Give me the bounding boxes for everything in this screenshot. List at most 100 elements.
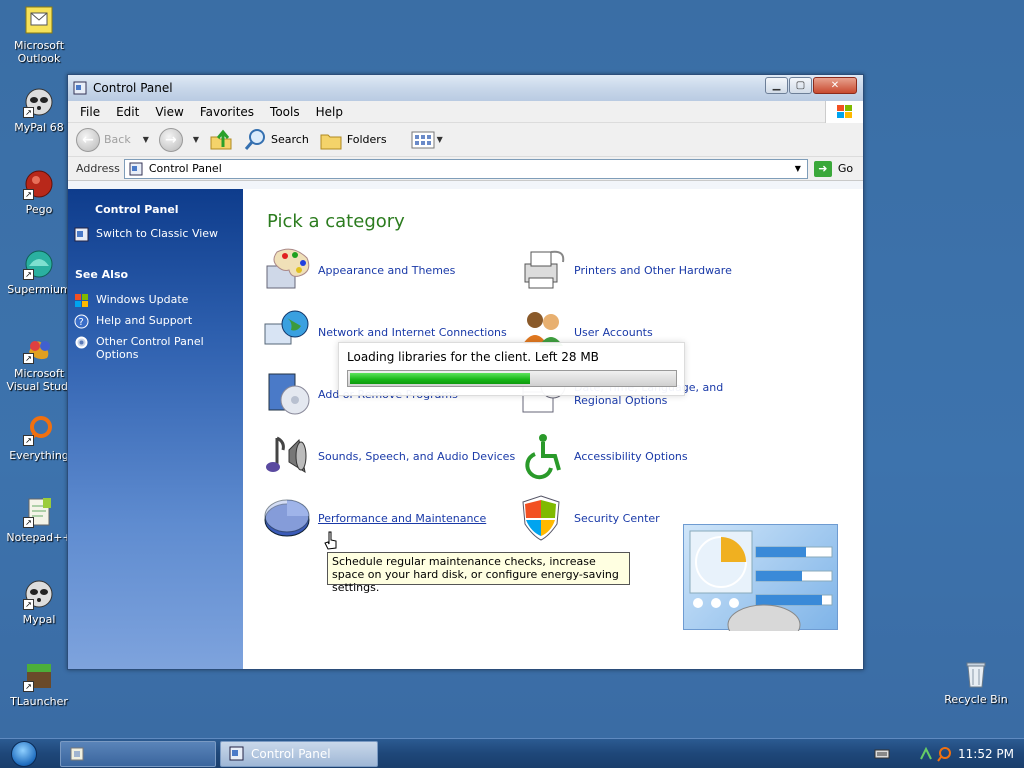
desktop-icon-outlook[interactable]: Microsoft Outlook <box>1 4 77 65</box>
menu-favorites[interactable]: Favorites <box>192 105 262 119</box>
desktop-icon-mypal68[interactable]: ↗ MyPal 68 <box>1 86 77 134</box>
windows-orb-icon <box>11 740 37 767</box>
outlook-icon <box>23 4 55 36</box>
loading-progress-bar <box>347 370 677 387</box>
up-folder-button[interactable] <box>209 129 233 151</box>
gear-icon <box>75 336 88 349</box>
menu-view[interactable]: View <box>147 105 191 119</box>
appearance-icon <box>266 248 310 289</box>
loading-progress-fill <box>350 373 530 384</box>
printer-icon <box>524 250 565 289</box>
address-bar: Address Control Panel ▼ ➜ Go <box>68 157 863 181</box>
see-also-windows-update[interactable]: Windows Update <box>68 293 243 308</box>
menu-tools[interactable]: Tools <box>262 105 308 119</box>
switch-classic-view-label: Switch to Classic View <box>96 227 219 240</box>
svg-text:?: ? <box>79 317 84 328</box>
switch-classic-view-link[interactable]: Switch to Classic View <box>68 227 243 242</box>
performance-icon <box>264 499 310 537</box>
desktop-icon-supermium[interactable]: ↗ Supermium <box>1 248 77 296</box>
category-performance[interactable]: Performance and Maintenance <box>263 494 486 542</box>
category-label: User Accounts <box>574 325 653 339</box>
menu-bar: File Edit View Favorites Tools Help <box>68 101 863 123</box>
taskbar-item-label: Control Panel <box>251 746 331 761</box>
shortcut-arrow-icon: ↗ <box>23 269 34 280</box>
views-button[interactable]: ▼ <box>411 131 443 149</box>
desktop-icon-label: Supermium <box>7 283 71 296</box>
go-label: Go <box>837 162 854 175</box>
keyboard-icon[interactable] <box>874 748 890 760</box>
taskbar-item-explorer[interactable] <box>60 740 216 767</box>
close-button[interactable]: ✕ <box>813 77 857 94</box>
desktop-icon-label: Mypal <box>22 613 56 626</box>
supermium-icon: ↗ <box>23 248 55 280</box>
go-button[interactable]: ➜ Go <box>813 160 854 177</box>
chevron-down-icon[interactable]: ▼ <box>143 135 149 144</box>
tlauncher-icon: ↗ <box>23 660 55 692</box>
desktop-icon-everything[interactable]: ↗ Everything <box>1 414 77 462</box>
search-button[interactable]: Search <box>243 128 309 152</box>
desktop-icon-recycle-bin[interactable]: Recycle Bin <box>938 658 1014 706</box>
category-label: Network and Internet Connections <box>318 325 507 339</box>
see-also-help-support[interactable]: ? Help and Support <box>68 314 243 329</box>
title-bar[interactable]: Control Panel ▁ ▢ ✕ <box>68 75 863 101</box>
desktop-icon-tlauncher[interactable]: ↗ TLauncher <box>1 660 77 708</box>
see-also-other-options[interactable]: Other Control Panel Options <box>68 335 243 361</box>
category-appearance[interactable]: Appearance and Themes <box>263 246 455 294</box>
maximize-button[interactable]: ▢ <box>789 77 812 94</box>
taskbar-item-control-panel[interactable]: Control Panel <box>220 740 378 767</box>
up-folder-icon <box>210 129 232 149</box>
category-sound[interactable]: Sounds, Speech, and Audio Devices <box>263 432 515 480</box>
desktop-icon-mypal[interactable]: ↗ Mypal <box>1 578 77 626</box>
see-also-label: Windows Update <box>96 293 189 306</box>
shortcut-arrow-icon: ↗ <box>23 681 34 692</box>
desktop-icon-label: Microsoft Outlook <box>13 39 65 65</box>
loading-text: Loading libraries for the client. Left 2… <box>347 350 599 364</box>
menu-file[interactable]: File <box>72 105 108 119</box>
category-label: Appearance and Themes <box>318 263 456 277</box>
category-printers[interactable]: Printers and Other Hardware <box>519 246 732 294</box>
desktop-icon-label: Microsoft Visual Stud. <box>6 367 72 393</box>
folders-button[interactable]: Folders <box>319 129 387 151</box>
back-arrow-icon: ← <box>76 127 100 152</box>
forward-button[interactable]: → ▼ <box>158 127 199 152</box>
category-accessibility[interactable]: Accessibility Options <box>519 432 688 480</box>
control-panel-icon <box>74 227 89 242</box>
task-pane: Control Panel Switch to Classic View See… <box>68 189 243 669</box>
pego-icon: ↗ <box>23 168 55 200</box>
category-label: Performance and Maintenance <box>318 511 487 525</box>
address-value: Control Panel <box>148 162 222 175</box>
desktop-icon-notepadpp[interactable]: ↗ Notepad++ <box>1 496 77 544</box>
address-label: Address <box>76 162 120 175</box>
search-tray-icon[interactable] <box>936 746 952 762</box>
category-security-center[interactable]: Security Center <box>519 494 660 542</box>
folders-label: Folders <box>346 133 387 146</box>
taskbar: Control Panel 11:52 PM <box>0 738 1024 768</box>
chevron-down-icon[interactable]: ▼ <box>193 135 199 144</box>
chevron-down-icon: ▼ <box>436 135 443 144</box>
desktop-icon-visual-studio[interactable]: ↗ Microsoft Visual Stud. <box>1 332 77 393</box>
add-remove-icon <box>268 373 310 415</box>
address-input[interactable]: Control Panel ▼ <box>123 158 808 179</box>
see-also-title: See Also <box>75 268 129 281</box>
shortcut-arrow-icon: ↗ <box>23 517 34 528</box>
chevron-down-icon[interactable]: ▼ <box>791 161 805 177</box>
control-panel-icon <box>229 746 244 760</box>
desktop-icon-pego[interactable]: ↗ Pego <box>1 168 77 216</box>
category-label: Security Center <box>574 511 660 525</box>
back-button[interactable]: ← Back ▼ <box>76 127 149 152</box>
category-label: Printers and Other Hardware <box>574 263 732 277</box>
shortcut-arrow-icon: ↗ <box>23 435 34 446</box>
network-tray-icon[interactable] <box>918 746 934 762</box>
menu-help[interactable]: Help <box>308 105 351 119</box>
control-panel-illustration <box>683 524 838 646</box>
menu-edit[interactable]: Edit <box>108 105 147 119</box>
shortcut-arrow-icon: ↗ <box>23 353 34 364</box>
folder-icon <box>70 747 84 760</box>
minimize-button[interactable]: ▁ <box>765 77 788 94</box>
tooltip: Schedule regular maintenance checks, inc… <box>327 552 630 594</box>
shield-icon <box>522 495 560 541</box>
clock[interactable]: 11:52 PM <box>958 747 1014 761</box>
see-also-label: Other Control Panel Options <box>96 335 204 361</box>
start-button[interactable] <box>0 739 48 768</box>
desktop-icon-label: Pego <box>25 203 53 216</box>
